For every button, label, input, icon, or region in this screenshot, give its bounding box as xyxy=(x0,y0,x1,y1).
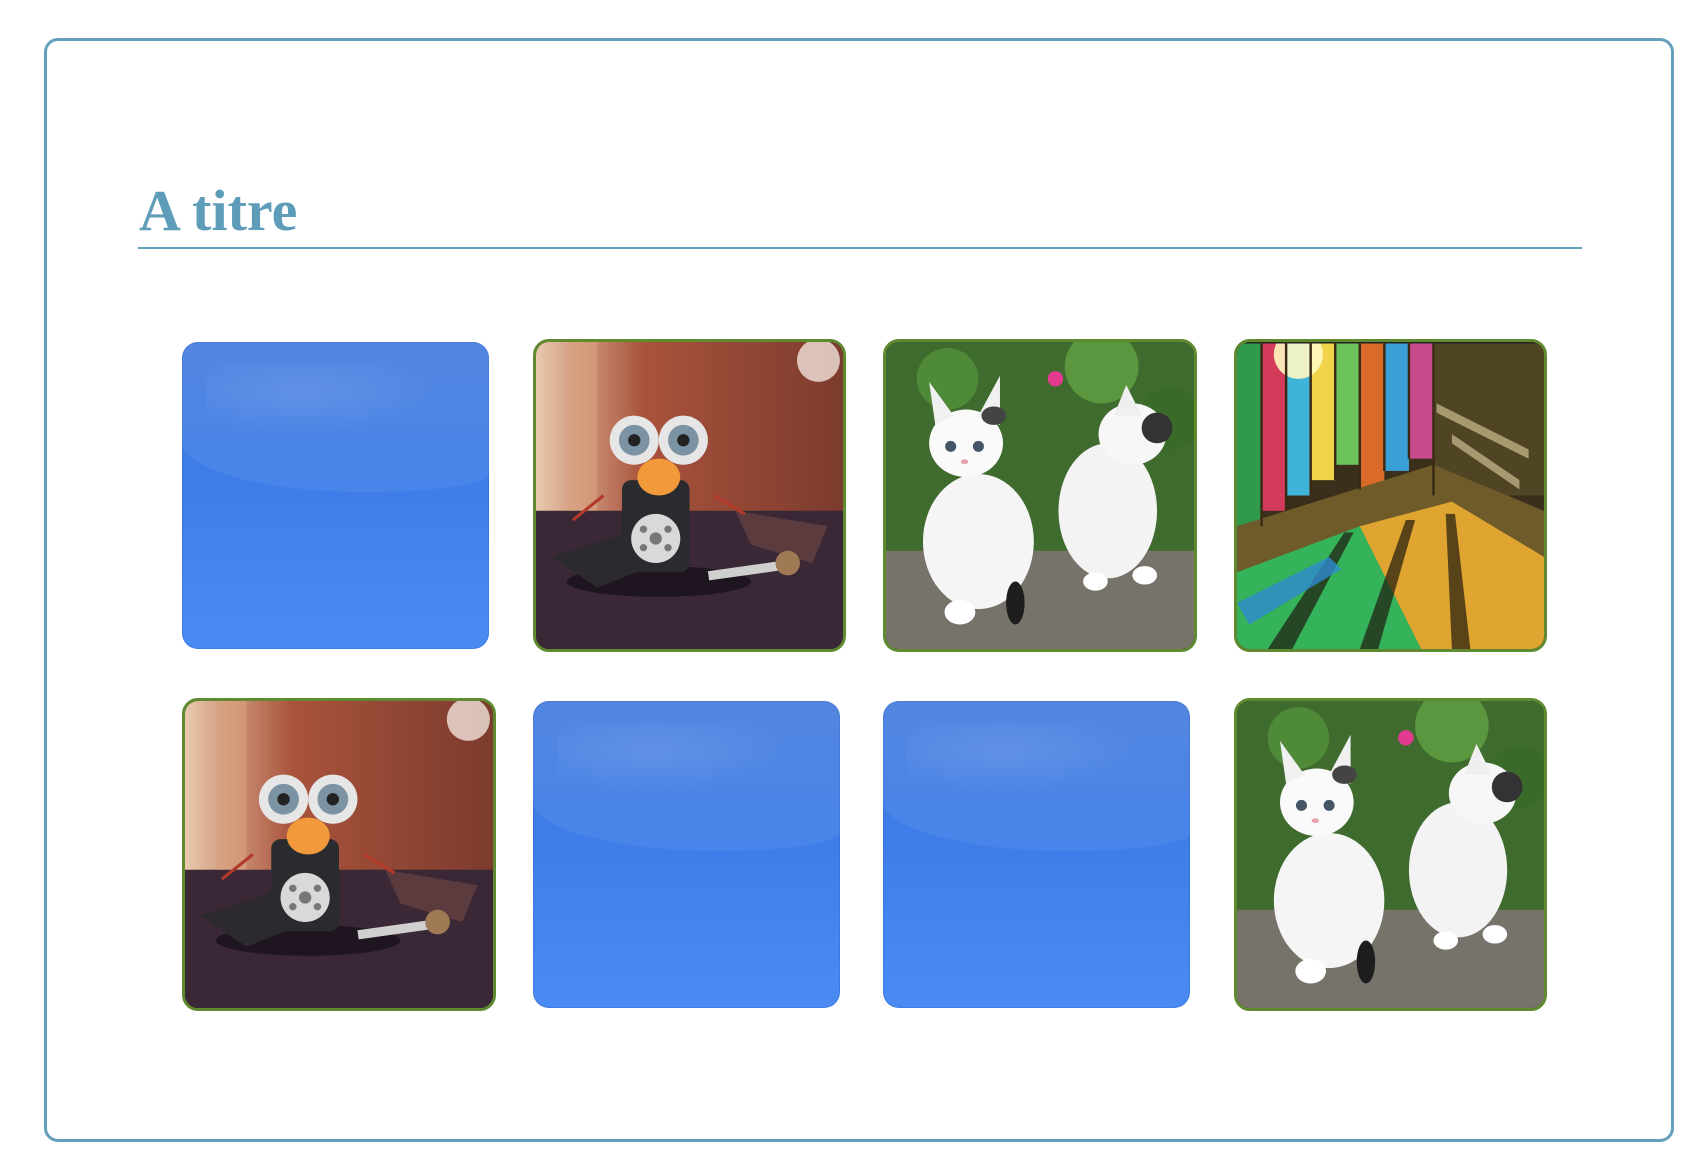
memory-card-face-down[interactable] xyxy=(533,701,840,1008)
memory-card-robot-toy[interactable] xyxy=(182,698,496,1011)
card-back-glow xyxy=(907,723,1147,793)
memory-card-face-down[interactable] xyxy=(883,701,1190,1008)
memory-card-robot-toy[interactable] xyxy=(533,339,846,652)
title-divider xyxy=(138,247,1582,249)
memory-card-face-down[interactable] xyxy=(182,342,489,649)
two-kittens-image xyxy=(1237,701,1544,1008)
memory-card-stained-glass-hall[interactable] xyxy=(1234,339,1547,652)
stained-glass-hall-image xyxy=(1237,342,1544,649)
page-title: A titre xyxy=(139,178,298,243)
card-back-glow xyxy=(206,364,446,434)
memory-card-two-kittens[interactable] xyxy=(883,339,1197,652)
robot-toy-image xyxy=(536,342,843,649)
card-back-glow xyxy=(557,723,797,793)
robot-toy-image xyxy=(185,701,493,1008)
two-kittens-image xyxy=(886,342,1194,649)
memory-card-two-kittens[interactable] xyxy=(1234,698,1547,1011)
